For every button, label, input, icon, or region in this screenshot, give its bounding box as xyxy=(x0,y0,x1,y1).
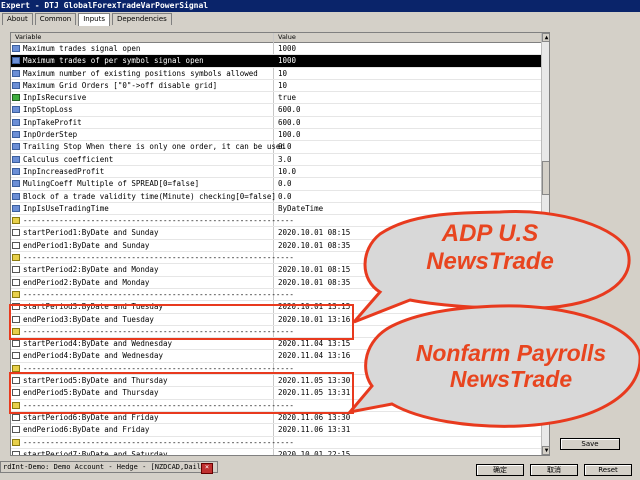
nfp-callout-line2: NewsTrade xyxy=(449,366,573,393)
adp-callout-line1: ADP U.S xyxy=(441,220,539,247)
nfp-callout-line1: Nonfarm Payrolls xyxy=(415,340,607,366)
adp-callout-text: ADP U.S NewsTrade xyxy=(390,220,590,275)
save-button[interactable]: Save xyxy=(560,438,620,450)
status-bar: rdInt-Demo: Demo Account - Hedge - [NZDC… xyxy=(0,461,218,473)
reset-button[interactable]: Reset xyxy=(584,464,632,476)
close-icon[interactable]: × xyxy=(201,463,213,474)
cancel-button[interactable]: 取消 xyxy=(530,464,578,476)
nfp-callout-text: Nonfarm Payrolls NewsTrade xyxy=(382,340,640,393)
ok-button[interactable]: 确定 xyxy=(476,464,524,476)
adp-callout-line2: NewsTrade xyxy=(426,247,554,275)
